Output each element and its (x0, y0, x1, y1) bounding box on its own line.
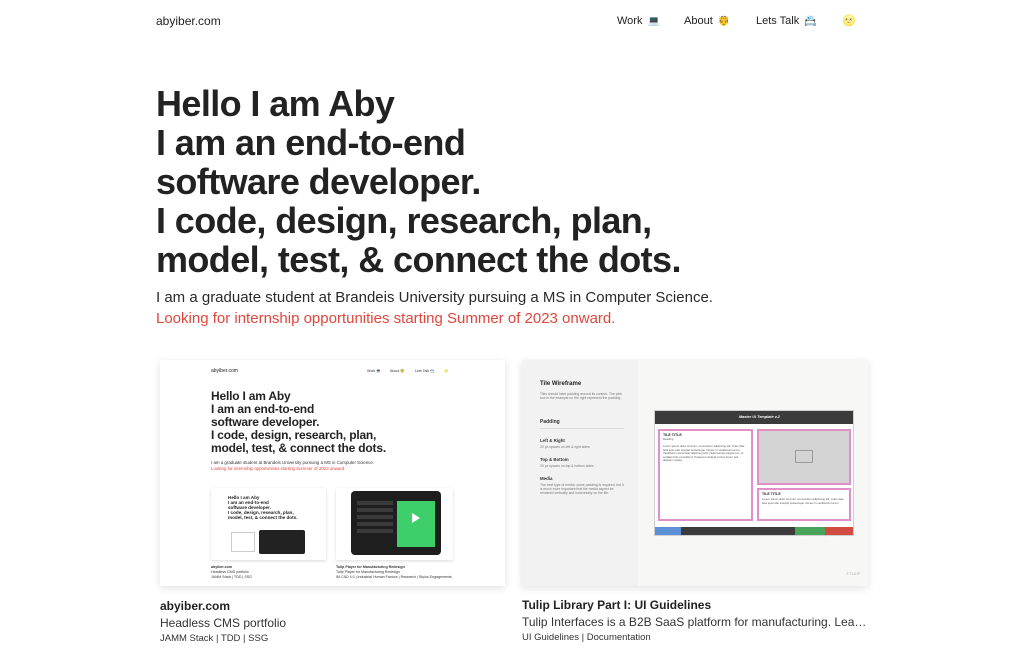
preview-card-b-caption: Tulip Player for Manufacturing Redesign … (336, 565, 452, 580)
project-title[interactable]: abyiber.com (160, 599, 505, 613)
wireframe-app-window: Master UI Template v.2 TILE TITLE Readin… (654, 410, 854, 540)
project-thumbnail[interactable]: Tile Wireframe Tiles should have padding… (522, 360, 868, 586)
laptop-icon: 💻 (647, 16, 660, 27)
wireframe-item-label: Left & Right (540, 438, 565, 443)
brand-link[interactable]: abyiber.com (156, 14, 221, 28)
preview-card-a-title: Hello I am Aby I am an end-to-end softwa… (228, 495, 297, 520)
tile-title: TILE TITLE (762, 492, 781, 496)
preview-card-a-title-line: model, test, & connect the dots. (228, 515, 298, 520)
tablet-graphic (351, 491, 441, 555)
project-description: Tulip Interfaces is a B2B SaaS platform … (522, 615, 868, 629)
wireframe-item-text: The best type of media: some padding is … (540, 483, 624, 496)
wireframe-section: Padding (540, 419, 560, 425)
preview-nav-item: Work 💻 (367, 369, 381, 373)
hero-title: Hello I am Aby I am an end-to-end softwa… (156, 84, 916, 279)
wireframe-canvas: Master UI Template v.2 TILE TITLE Readin… (638, 360, 868, 586)
footer-button-label: Cancel (828, 537, 837, 540)
wireframe-heading: Tile Wireframe (540, 381, 582, 387)
card-index-icon: 📇 (804, 16, 817, 27)
tile-body: Lorem ipsum dolor sit amet, consectetur … (762, 497, 844, 505)
footer-button: Cancel (825, 527, 853, 540)
wireframe-item-label: Top & Bottom (540, 457, 569, 462)
preview-cta: Looking for internship opportunities sta… (211, 466, 346, 471)
hero-title-line: I am an end-to-end (156, 122, 466, 163)
project-tags: UI Guidelines | Documentation (522, 632, 651, 643)
hero-title-line: model, test, & connect the dots. (156, 239, 681, 280)
preview-card-a-caption: abyiber.com Headless CMS portfolio JAMM … (211, 565, 252, 580)
project-description: Headless CMS portfolio (160, 616, 287, 630)
preview-mini-tablet-graphic (259, 530, 305, 554)
preview-nav-item: About 🤴 (390, 369, 405, 373)
hero-title-line: I code, design, research, plan, (156, 200, 652, 241)
wireframe-app-bar: Master UI Template v.2 (655, 411, 853, 424)
preview-caption-line: IM CAD 4.0 | Industrial Human Factors | … (336, 575, 452, 579)
wireframe-intro: Tiles should have padding around its con… (540, 392, 622, 401)
project-card-tulip-library[interactable]: Tile Wireframe Tiles should have padding… (522, 360, 868, 643)
tile-body: Lorem ipsum dolor sit amet, consectetur … (663, 444, 745, 463)
tulip-watermark: © TULIP (846, 572, 860, 576)
preview-subtitle: I am a graduate student at Brandeis Univ… (211, 460, 375, 465)
project-thumbnail[interactable]: abyiber.com Work 💻 About 🤴 Lets Talk 📇 🌝… (160, 360, 505, 586)
preview-card-a: Hello I am Aby I am an end-to-end softwa… (211, 488, 326, 560)
tile-subtitle: Reading (663, 437, 674, 441)
preview-nav-item: Lets Talk 📇 (415, 369, 435, 373)
hero-subtitle: I am a graduate student at Brandeis Univ… (156, 289, 713, 306)
project-title[interactable]: Tulip Library Part I: UI Guidelines (522, 598, 868, 612)
wireframe-footer: Action Confirm Cancel (655, 527, 853, 540)
preview-card-b (336, 488, 453, 560)
nav-link-lets-talk-label: Lets Talk (756, 15, 800, 27)
hero-internship-cta: Looking for internship opportunities sta… (156, 310, 616, 327)
wireframe-doc-panel: Tile Wireframe Tiles should have padding… (522, 360, 638, 586)
preview-caption-line: JAMM Stack | TDD | SSG (211, 575, 252, 579)
footer-button: Action (655, 527, 681, 540)
wireframe-tile-image (757, 429, 851, 485)
preview-mini-card-graphic (231, 532, 255, 552)
play-icon (412, 513, 420, 523)
divider (540, 428, 624, 429)
project-card-abyiber[interactable]: abyiber.com Work 💻 About 🤴 Lets Talk 📇 🌝… (160, 360, 505, 644)
hero-title-line: software developer. (156, 161, 481, 202)
project-tags: JAMM Stack | TDD | SSG (160, 633, 269, 644)
preview-title: Hello I am Aby I am an end-to-end softwa… (211, 390, 386, 455)
site-preview: abyiber.com Work 💻 About 🤴 Lets Talk 📇 🌝… (160, 360, 505, 586)
footer-button-label: Confirm (798, 537, 808, 540)
nav-link-lets-talk[interactable]: Lets Talk 📇 (756, 15, 817, 27)
wireframe-preview: Tile Wireframe Tiles should have padding… (522, 360, 868, 586)
tablet-list (357, 501, 393, 547)
wireframe-tile-text: TILE TITLE Reading Lorem ipsum dolor sit… (658, 429, 753, 521)
tablet-green-panel (397, 501, 435, 547)
wireframe-item-text: 20 px spaces on top & bottom sides (540, 464, 594, 468)
nav-link-about[interactable]: About 🤴 (684, 15, 730, 27)
wireframe-item-text: 20 px spaces on left & right sides (540, 445, 590, 449)
footer-button: Confirm (795, 527, 825, 540)
nav-link-work[interactable]: Work 💻 (617, 15, 660, 27)
wireframe-app-title: Master UI Template v.2 (739, 415, 780, 419)
footer-button-label: Action (658, 537, 666, 540)
theme-toggle-moon-icon[interactable]: 🌝 (842, 14, 856, 27)
prince-icon: 🤴 (717, 16, 731, 27)
preview-nav-item: 🌝 (444, 369, 449, 373)
nav-link-work-label: Work (617, 15, 643, 27)
preview-title-line: model, test, & connect the dots. (211, 441, 386, 455)
wireframe-item-label: Media (540, 476, 553, 481)
wireframe-tile-text-2: TILE TITLE Lorem ipsum dolor sit amet, c… (757, 488, 851, 521)
hero-title-line: Hello I am Aby (156, 83, 395, 124)
image-placeholder-icon (795, 450, 813, 463)
top-nav: abyiber.com Work 💻 About 🤴 Lets Talk 📇 🌝 (0, 0, 1024, 44)
nav-link-about-label: About (684, 15, 713, 27)
preview-brand: abyiber.com (211, 368, 238, 374)
